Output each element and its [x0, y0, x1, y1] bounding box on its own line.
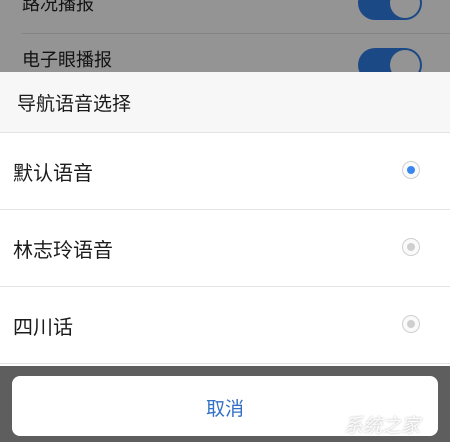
sheet-header: 导航语音选择 [0, 72, 450, 133]
screen: 路况播报 电子眼播报 导航语音选择 默认语音 林志玲语音 四川话 取消 系统之家 [0, 0, 450, 442]
watermark-logo: 系统之家 [314, 408, 444, 438]
radio-dot [407, 320, 415, 328]
sheet-title: 导航语音选择 [17, 93, 132, 115]
option-label: 默认语音 [13, 161, 93, 185]
option-sichuan-dialect[interactable]: 四川话 [0, 287, 450, 364]
watermark-icon [314, 410, 340, 436]
option-label: 四川话 [13, 315, 73, 339]
watermark-text: 系统之家 [344, 415, 421, 437]
radio-dot [407, 166, 415, 174]
option-linzhiling-voice[interactable]: 林志玲语音 [0, 210, 450, 287]
radio-selected-icon[interactable] [402, 161, 420, 179]
voice-selection-sheet: 导航语音选择 默认语音 林志玲语音 四川话 [0, 72, 450, 366]
option-label: 林志玲语音 [13, 238, 113, 262]
option-default-voice[interactable]: 默认语音 [0, 133, 450, 210]
radio-unselected-icon[interactable] [402, 315, 420, 333]
radio-unselected-icon[interactable] [402, 238, 420, 256]
radio-dot [407, 243, 415, 251]
